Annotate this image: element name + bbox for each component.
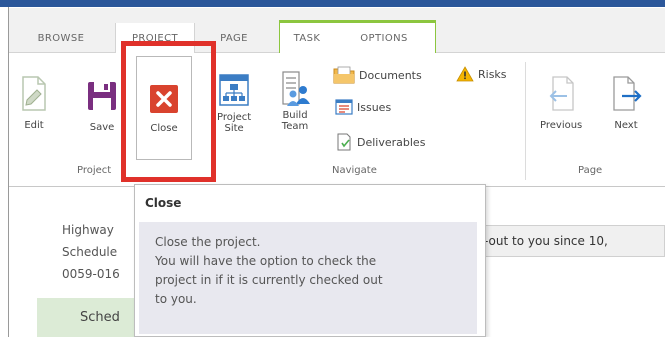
tab-task[interactable]: TASK [283,23,331,53]
deliverables-label: Deliverables [357,135,426,149]
deliverables-button[interactable]: Deliverables [335,133,425,151]
documents-label: Documents [359,68,422,82]
warning-icon [456,66,474,82]
tooltip-title: Close [145,196,182,210]
save-label: Save [89,122,115,133]
issues-label: Issues [357,100,392,114]
previous-label: Previous [540,120,583,131]
project-site-label: Project Site [217,112,252,134]
save-icon [88,82,116,110]
risks-label: Risks [478,67,507,81]
next-label: Next [614,120,638,131]
previous-button[interactable]: Previous [540,74,582,131]
tooltip-line1: Close the project. [155,235,261,249]
issues-button[interactable]: Issues [335,99,391,115]
edit-label: Edit [24,120,44,131]
next-page-icon [613,76,642,111]
next-button[interactable]: Next [610,74,642,131]
tab-browse[interactable]: BROWSE [31,23,91,53]
tooltip-line3: project in if it is currently checked ou… [155,273,383,287]
edit-icon [22,76,46,111]
project-name-line2: Schedule [62,245,118,259]
build-team-button[interactable]: Build Team [277,70,313,132]
tooltip-line2: You will have the option to check the [155,254,377,268]
schedule-button-label: Sched [80,310,120,325]
build-team-icon [282,71,310,106]
ribbon-separator [525,62,526,180]
project-site-button[interactable]: Project Site [217,72,251,134]
checkout-status-text: ed-out to you since 10, [469,234,608,248]
tab-options[interactable]: OPTIONS [339,23,429,53]
project-name-line1: Highway [62,223,114,237]
deliverables-icon [337,133,351,151]
documents-button[interactable]: Documents [333,66,422,84]
previous-page-icon [549,76,574,111]
documents-icon [333,66,355,84]
edit-button[interactable]: Edit [18,74,50,131]
group-label-project: Project [77,165,112,176]
group-label-navigate: Navigate [332,165,377,176]
project-site-icon [219,74,249,106]
top-accent-strip [0,0,665,7]
risks-button[interactable]: Risks [456,66,507,82]
tooltip-line4: to you. [155,292,197,306]
project-code: 0059-016 [62,267,120,281]
issues-icon [335,99,353,115]
save-button[interactable]: Save [86,80,118,133]
group-label-page: Page [578,165,603,176]
build-team-label: Build Team [281,110,309,132]
ribbon-tab-bar: BROWSE PROJECT PAGE TASK OPTIONS [9,8,665,54]
tab-page[interactable]: PAGE [209,23,259,53]
close-highlight-box [121,41,216,182]
